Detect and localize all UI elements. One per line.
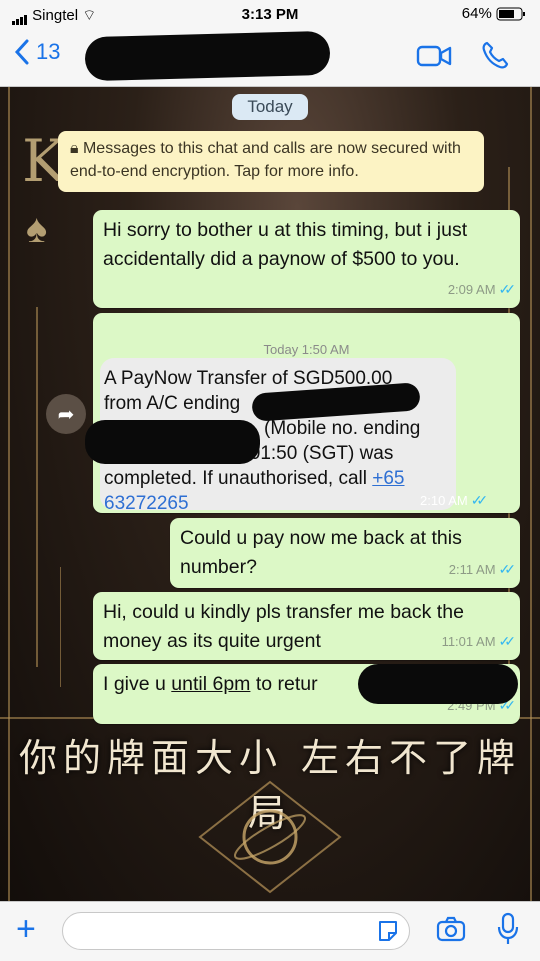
- read-receipt-icon: ✓✓: [470, 492, 489, 508]
- message-bubble-outgoing[interactable]: Hi sorry to bother u at this timing, but…: [93, 210, 520, 308]
- message-input[interactable]: [62, 912, 410, 950]
- battery-icon: [496, 7, 525, 21]
- status-bar: Singtel ⌔ 3:13 PM 64%: [0, 0, 540, 28]
- redaction-mark: [85, 420, 260, 464]
- phone-call-icon[interactable]: [480, 40, 510, 70]
- microphone-icon[interactable]: [496, 912, 520, 946]
- time-link[interactable]: until 6pm: [171, 673, 250, 695]
- message-meta: 2:09 AM ✓✓: [448, 275, 517, 304]
- battery: 64%: [462, 5, 526, 22]
- message-meta: 2:11 AM ✓✓: [449, 555, 517, 584]
- chevron-left-icon: [14, 39, 29, 65]
- spade-icon: ♠: [26, 207, 48, 251]
- read-receipt-icon: ✓✓: [498, 561, 517, 577]
- encryption-notice[interactable]: 🔒︎ Messages to this chat and calls are n…: [58, 131, 484, 192]
- clock: 3:13 PM: [241, 6, 299, 23]
- forward-button[interactable]: ➦: [46, 394, 86, 434]
- lock-icon: 🔒︎: [70, 140, 79, 157]
- attach-plus-icon[interactable]: +: [16, 910, 36, 949]
- redaction-mark: [358, 664, 518, 704]
- chat-header: 13: [0, 28, 540, 87]
- camera-icon[interactable]: [436, 914, 466, 944]
- message-meta: 11:01 AM ✓✓: [442, 627, 517, 656]
- emblem-icon: [198, 780, 342, 894]
- contact-name-redacted[interactable]: [84, 30, 331, 82]
- message-meta: 2:10 AM ✓✓: [420, 492, 489, 508]
- back-button[interactable]: 13: [14, 38, 60, 66]
- read-receipt-icon: ✓✓: [498, 281, 517, 297]
- date-chip: Today: [232, 94, 308, 120]
- video-call-icon[interactable]: [416, 43, 452, 69]
- message-bubble-outgoing[interactable]: Hi, could u kindly pls transfer me back …: [93, 592, 520, 660]
- unread-count: 13: [36, 39, 61, 64]
- sticker-icon[interactable]: [376, 919, 400, 943]
- read-receipt-icon: ✓✓: [498, 633, 517, 649]
- forward-arrow-icon: ➦: [57, 403, 75, 426]
- message-bubble-outgoing[interactable]: Could u pay now me back at this number? …: [170, 518, 520, 588]
